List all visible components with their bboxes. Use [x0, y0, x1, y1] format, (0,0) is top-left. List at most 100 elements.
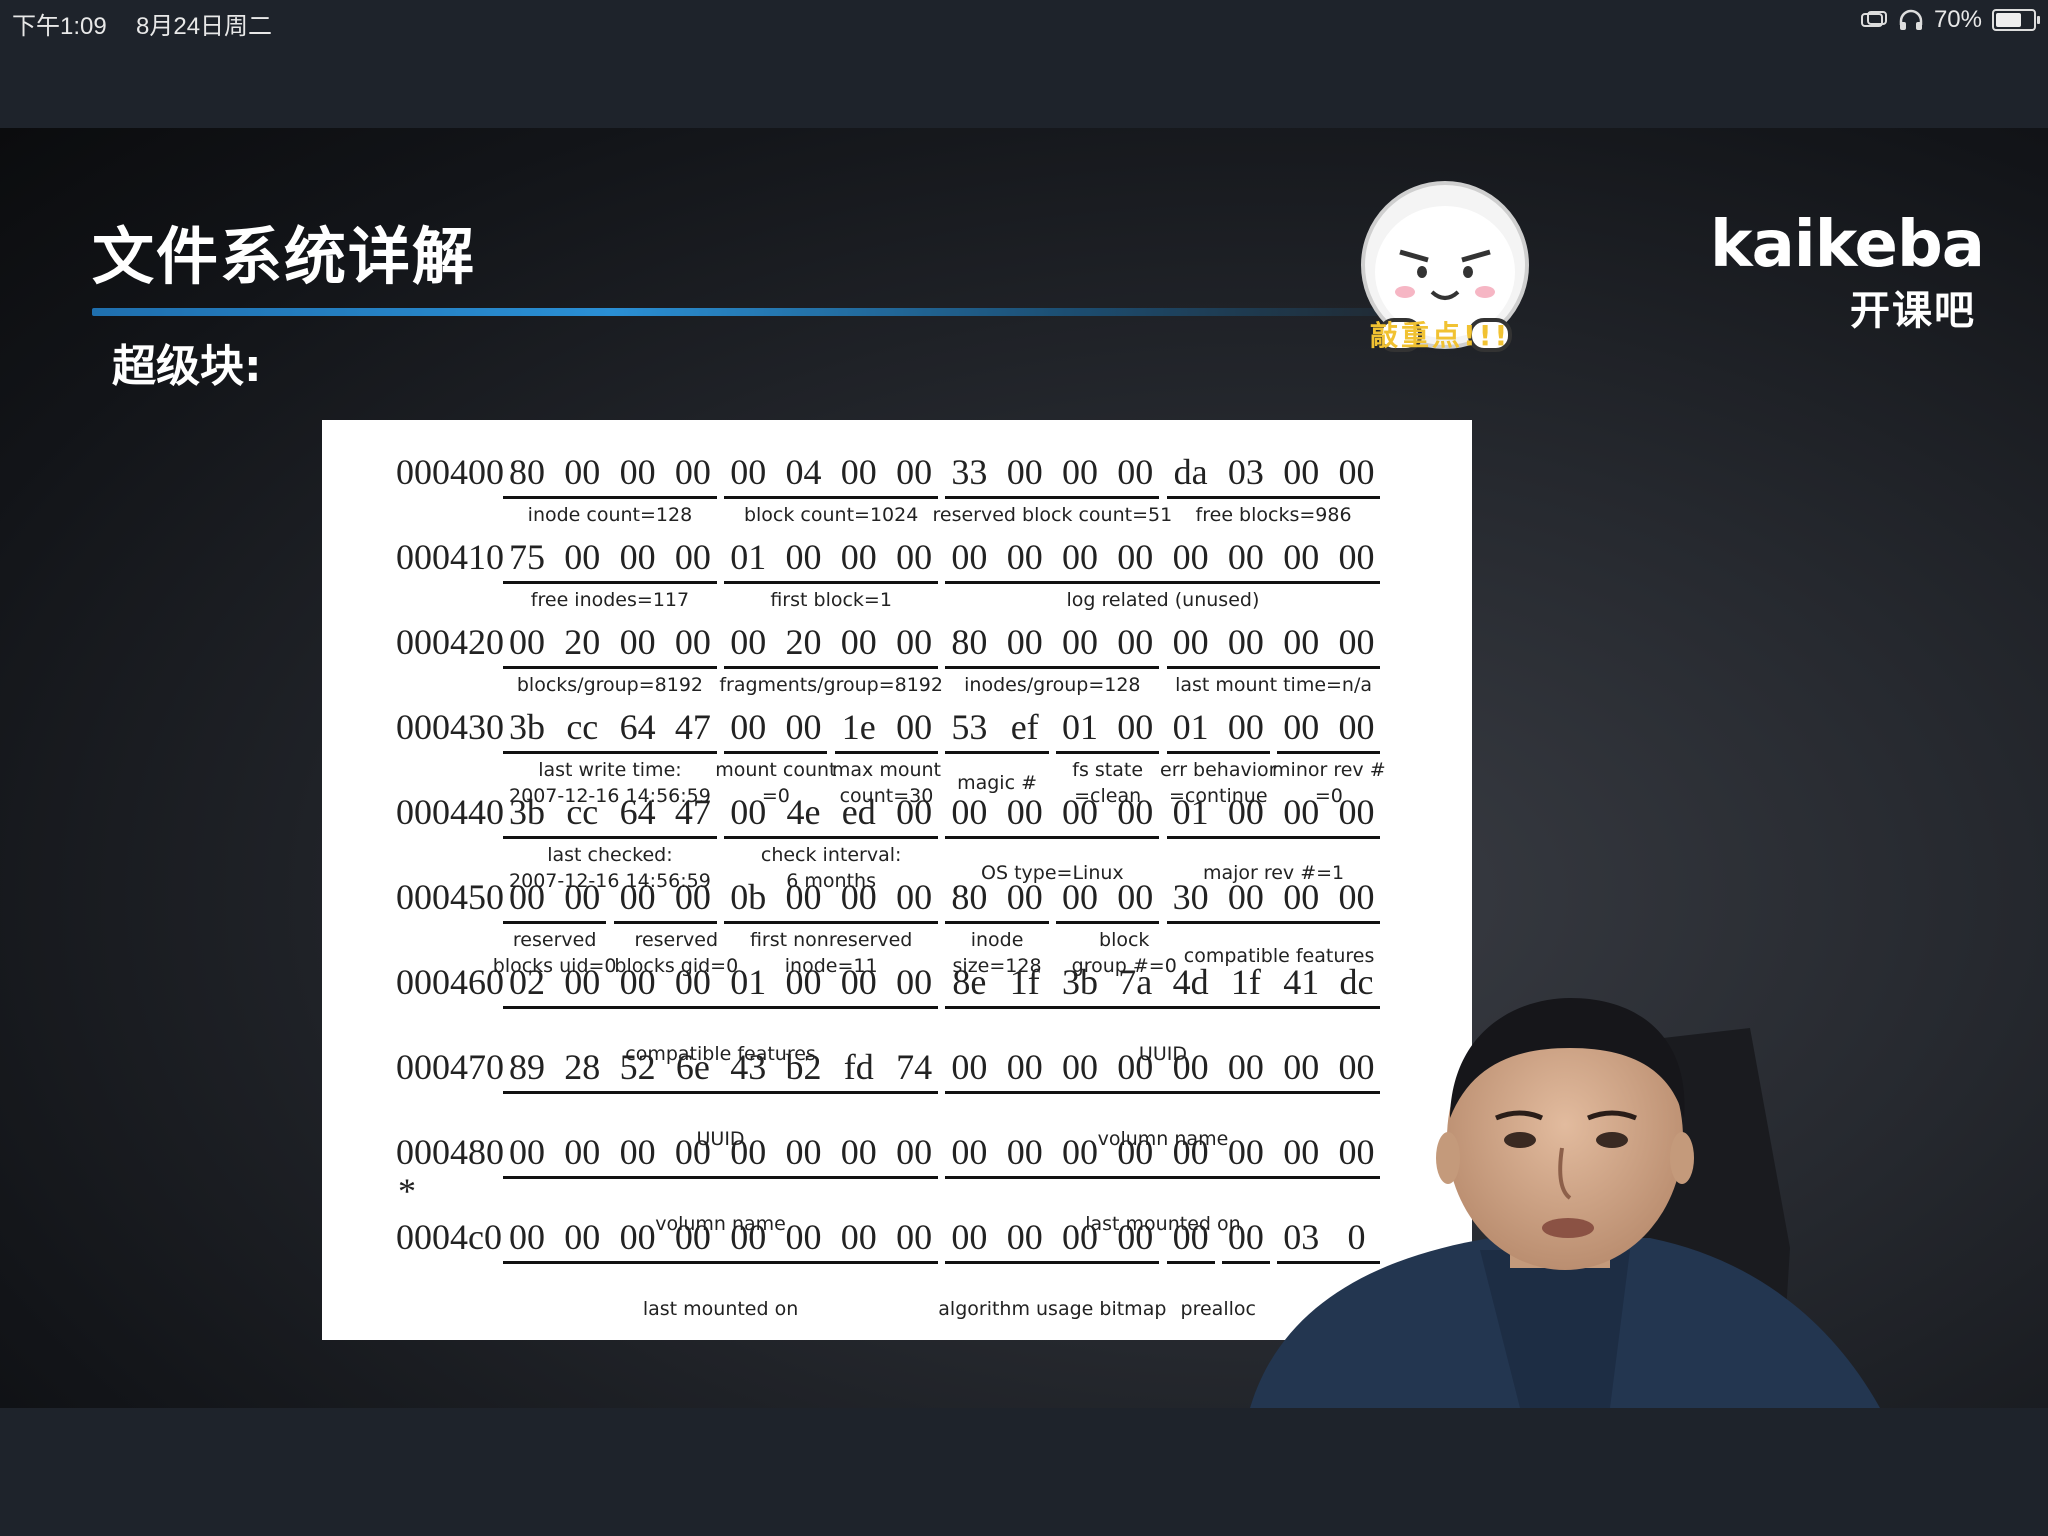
status-bar: 下午1:09 8月24日周二 70% — [0, 0, 2048, 40]
field-annotation: volumn name — [655, 1212, 786, 1235]
hex-row-address: 000450 — [396, 877, 504, 917]
screen-mirror-icon — [1860, 11, 1887, 27]
hex-byte: 00 — [785, 1217, 822, 1257]
kaikeba-logo-subtitle: 开课吧 — [1850, 288, 1976, 334]
hex-byte: 28 — [564, 1047, 601, 1087]
hex-byte: 00 — [785, 537, 822, 577]
field-underline — [724, 751, 828, 754]
battery-percent: 70% — [1933, 6, 1982, 33]
hex-byte: 00 — [840, 452, 877, 492]
field-annotation: reserved — [634, 929, 719, 951]
field-annotation: first nonreserved — [749, 929, 913, 951]
hex-byte: 00 — [785, 1132, 822, 1172]
field-underline — [724, 581, 939, 584]
hex-byte: 00 — [840, 537, 877, 577]
hex-byte: 00 — [1006, 452, 1043, 492]
field-annotation: 2007-12-16 14:56:59 — [509, 785, 711, 807]
hex-byte: 00 — [840, 1217, 877, 1257]
field-underline — [503, 836, 717, 839]
hex-byte: 03 — [1227, 452, 1264, 492]
hex-row-address: 0004c0 — [396, 1217, 502, 1257]
hex-byte: 00 — [1117, 537, 1154, 577]
hex-byte: 01 — [1062, 707, 1098, 747]
field-annotation: log related (unused) — [1066, 589, 1260, 611]
hex-byte: 3b — [509, 707, 545, 747]
hex-byte: 00 — [674, 622, 711, 662]
field-underline — [503, 666, 717, 669]
hex-byte: 00 — [1283, 537, 1320, 577]
hex-byte: 00 — [1338, 707, 1375, 747]
hex-byte: 00 — [1117, 707, 1154, 747]
field-annotation: free inodes=117 — [530, 589, 690, 611]
kaikeba-logo: kaikeba — [1710, 208, 1985, 282]
hex-byte: 00 — [1062, 1047, 1098, 1087]
field-annotation: inode count=128 — [527, 504, 693, 526]
hex-byte: 00 — [896, 877, 933, 917]
field-annotation: fragments/group=8192 — [719, 674, 943, 696]
field-underline — [724, 496, 939, 499]
hex-byte: 00 — [1062, 452, 1098, 492]
field-underline — [503, 1006, 939, 1009]
hex-byte: 47 — [674, 707, 711, 747]
hex-byte: 00 — [896, 452, 933, 492]
hex-byte: 00 — [951, 792, 988, 832]
field-underline — [503, 496, 717, 499]
field-annotation: block — [1099, 929, 1150, 951]
title-rule — [92, 308, 1392, 316]
hex-byte: 75 — [509, 537, 545, 577]
hex-byte: 89 — [509, 1047, 545, 1087]
field-underline — [945, 666, 1160, 669]
field-underline — [724, 666, 939, 669]
hex-byte: 00 — [509, 1217, 545, 1257]
field-annotation: size=128 — [952, 955, 1042, 977]
field-annotation: =0 — [1314, 785, 1343, 807]
hex-byte: 00 — [730, 622, 767, 662]
field-annotation: inodes/group=128 — [964, 674, 1141, 696]
field-annotation: mount count — [715, 759, 837, 781]
field-annotation: reserved — [512, 929, 597, 951]
hex-byte: 00 — [564, 1217, 601, 1257]
field-underline — [945, 751, 1049, 754]
hex-byte: 00 — [730, 452, 767, 492]
hex-row-address: 000430 — [396, 707, 504, 747]
video-frame[interactable]: 文件系统详解 超级块: 敲重点!!! kaikeba 开课吧 000400 80 0… — [0, 128, 2048, 1408]
hex-byte: 00 — [509, 622, 545, 662]
slide-title: 文件系统详解 — [92, 220, 477, 293]
field-annotation: blocks gid=0 — [614, 955, 739, 977]
field-annotation: =continue — [1168, 785, 1268, 807]
hex-byte: 00 — [840, 1132, 877, 1172]
hex-row-address: 000480 — [396, 1132, 504, 1172]
field-underline — [945, 496, 1160, 499]
status-time: 下午1:09 — [12, 13, 107, 40]
hex-byte: 00 — [896, 622, 933, 662]
hex-byte: 33 — [951, 452, 988, 492]
hex-byte: 00 — [896, 1132, 933, 1172]
field-underline — [1166, 921, 1381, 924]
hex-byte: 00 — [1062, 537, 1098, 577]
hex-byte: 00 — [951, 1047, 988, 1087]
hex-byte: 00 — [1338, 622, 1375, 662]
hex-byte: 00 — [564, 537, 601, 577]
field-annotation: magic # — [957, 772, 1037, 794]
headphones-icon — [1899, 9, 1923, 30]
hex-byte: 74 — [896, 1047, 933, 1087]
field-annotation: last checked: — [547, 844, 673, 866]
hex-byte: da — [1173, 452, 1208, 492]
hex-byte: 00 — [509, 1132, 545, 1172]
field-annotation: major rev #=1 — [1202, 862, 1345, 885]
hex-byte: cc — [566, 707, 599, 747]
hex-byte: 1e — [841, 707, 876, 747]
field-underline — [945, 836, 1160, 839]
hex-byte: 00 — [1227, 537, 1264, 577]
field-annotation: fs state — [1072, 759, 1144, 781]
elision-marker: * — [398, 1171, 416, 1211]
hex-byte: 80 — [509, 452, 545, 492]
field-underline — [613, 921, 717, 924]
field-annotation: blocks uid=0 — [492, 955, 617, 977]
field-annotation: first block=1 — [770, 589, 892, 611]
field-annotation: reserved block count=51 — [932, 504, 1173, 526]
hex-byte: 00 — [1117, 622, 1154, 662]
hex-byte: 00 — [1338, 537, 1375, 577]
field-underline — [1166, 836, 1381, 839]
field-annotation: blocks/group=8192 — [516, 674, 704, 696]
